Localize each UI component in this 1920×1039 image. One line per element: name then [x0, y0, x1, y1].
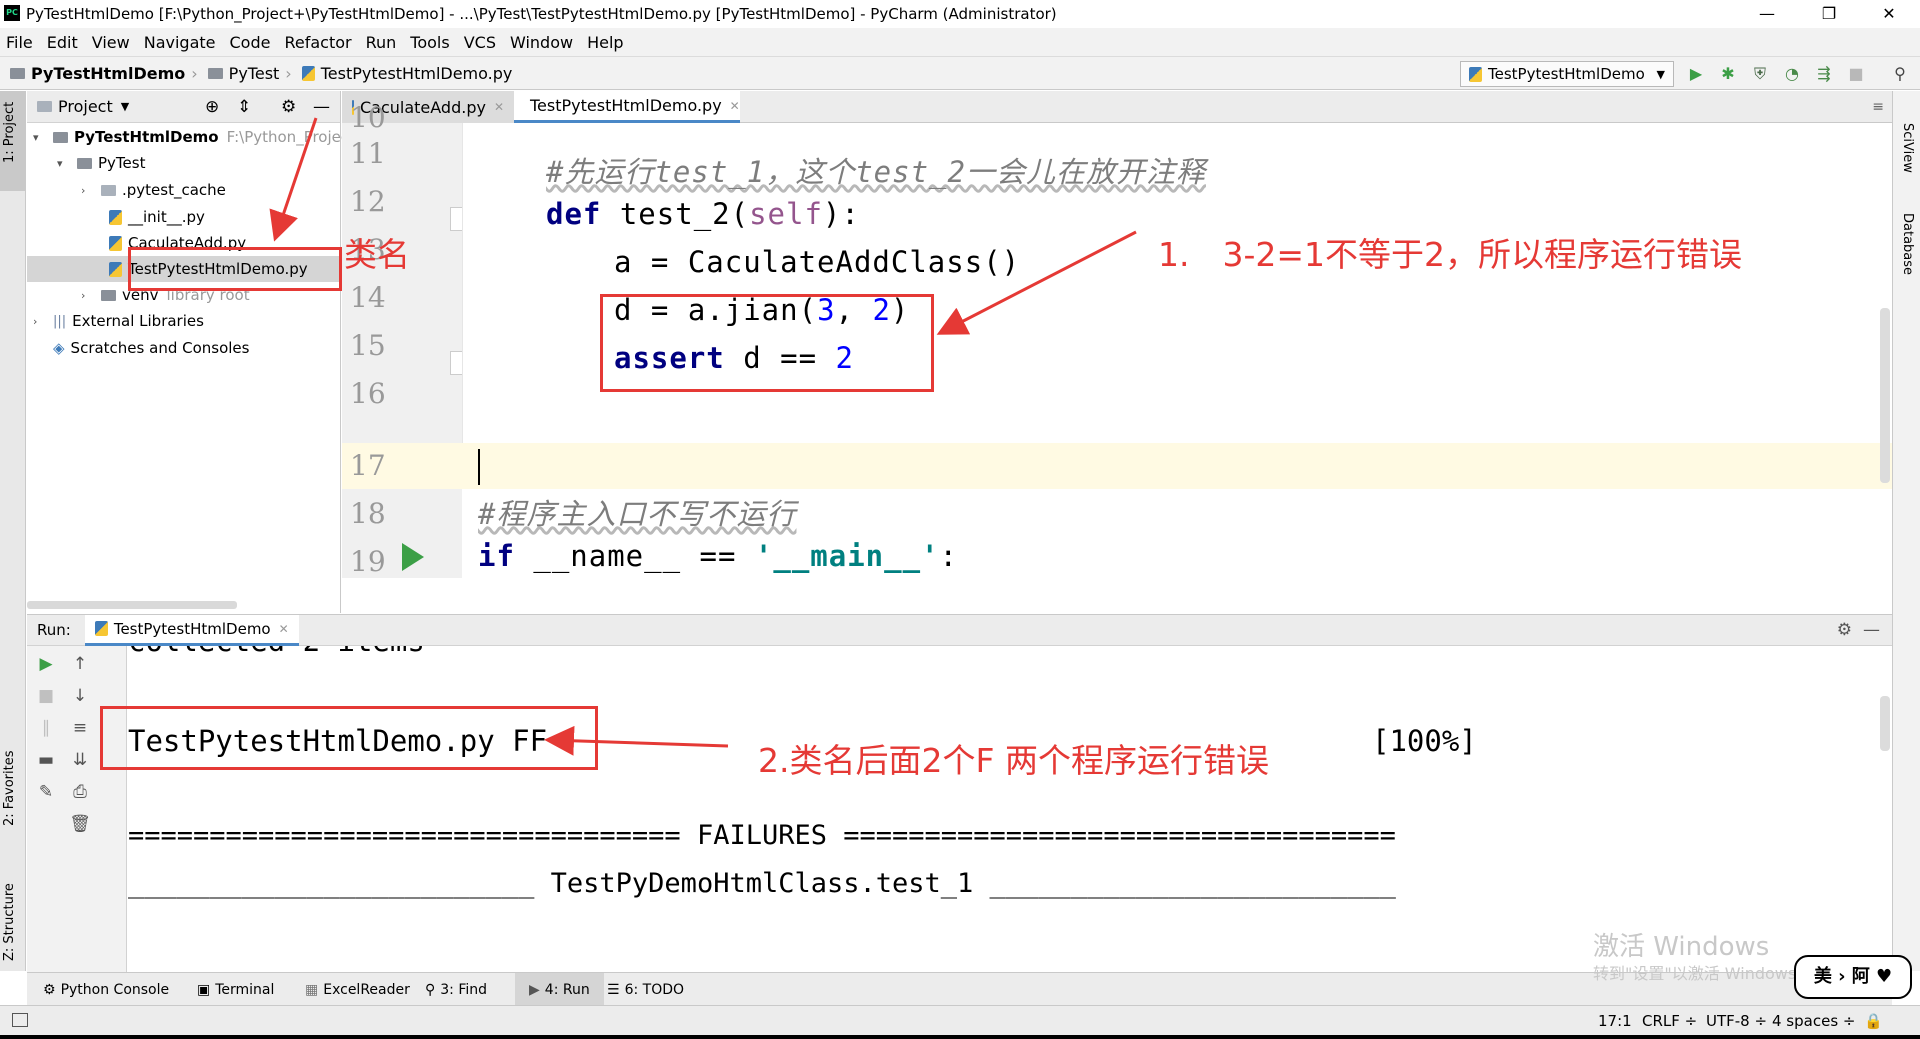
stamp-logo: 美 › 阿 ♥ — [1794, 955, 1912, 999]
watermark-activate-windows: 激活 Windows — [1593, 932, 1770, 962]
arrow-code — [936, 230, 1137, 335]
arrow-result — [544, 725, 729, 756]
annotation-arrows — [269, 117, 1137, 756]
watermark-settings: 转到"设置"以激活 Windows。 — [1593, 964, 1813, 983]
arrow-classname — [269, 117, 318, 242]
